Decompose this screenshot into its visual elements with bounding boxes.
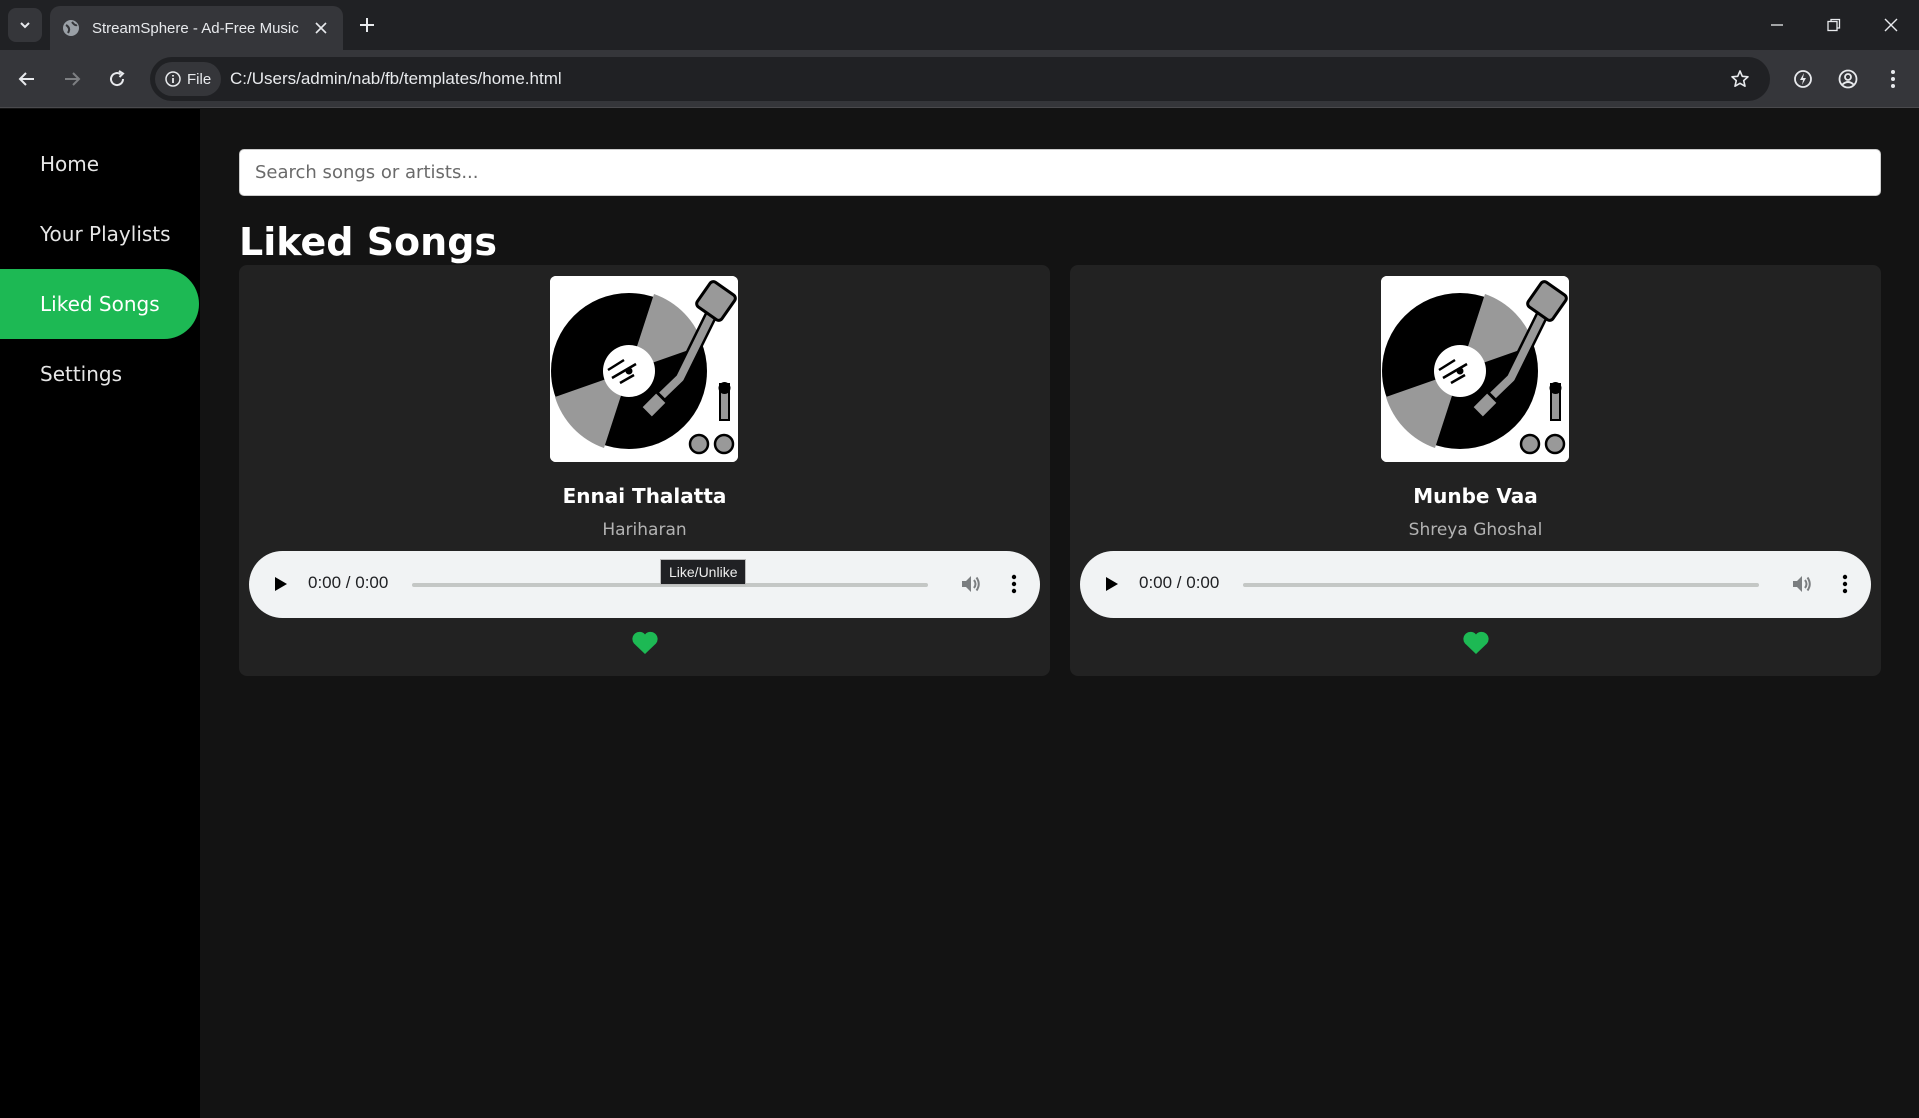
audio-player: 0:00 / 0:00 xyxy=(249,551,1040,618)
more-vertical-icon xyxy=(1842,574,1848,594)
info-icon xyxy=(165,71,181,87)
song-title: Munbe Vaa xyxy=(1413,484,1538,508)
turntable-icon xyxy=(550,276,738,462)
tab-title: StreamSphere - Ad-Free Music xyxy=(92,19,299,37)
arrow-right-icon xyxy=(65,72,81,86)
play-icon xyxy=(275,577,287,591)
playback-time: 0:00 / 0:00 xyxy=(1139,573,1220,592)
forward-button[interactable] xyxy=(55,62,89,96)
song-title: Ennai Thalatta xyxy=(562,484,727,508)
sidebar: Home Your Playlists Liked Songs Settings xyxy=(0,109,200,1118)
window-close-button[interactable] xyxy=(1876,10,1906,40)
performance-button[interactable] xyxy=(1786,62,1820,96)
volume-button[interactable] xyxy=(959,572,983,596)
speed-icon xyxy=(1794,70,1812,88)
site-info-chip[interactable]: File xyxy=(155,62,222,96)
player-options-button[interactable] xyxy=(1005,572,1023,596)
address-bar[interactable]: File C:/Users/admin/nab/fb/templates/hom… xyxy=(150,57,1770,101)
turntable-icon xyxy=(1381,276,1569,462)
player-options-button[interactable] xyxy=(1836,572,1854,596)
browser-menu-button[interactable] xyxy=(1876,62,1910,96)
like-tooltip: Like/Unlike xyxy=(660,559,747,585)
browser-toolbar: File C:/Users/admin/nab/fb/templates/hom… xyxy=(0,50,1919,108)
browser-tab-bar: StreamSphere - Ad-Free Music xyxy=(0,0,1919,50)
file-chip-label: File xyxy=(187,70,212,88)
bookmark-star-button[interactable] xyxy=(1728,67,1752,91)
restore-icon xyxy=(1827,18,1841,32)
playback-time: 0:00 / 0:00 xyxy=(308,573,389,592)
browser-tab[interactable]: StreamSphere - Ad-Free Music xyxy=(50,6,343,50)
song-artist: Shreya Ghoshal xyxy=(1408,520,1543,540)
audio-player: 0:00 / 0:00 xyxy=(1080,551,1871,618)
volume-icon xyxy=(1793,576,1811,592)
sidebar-item-liked-songs[interactable]: Liked Songs xyxy=(0,269,199,339)
song-artist: Hariharan xyxy=(602,520,687,540)
seek-bar[interactable] xyxy=(1243,583,1759,587)
arrow-left-icon xyxy=(18,72,34,86)
like-button[interactable] xyxy=(630,628,660,656)
reload-icon xyxy=(110,70,125,87)
web-page: Home Your Playlists Liked Songs Settings… xyxy=(0,109,1919,1118)
more-vertical-icon xyxy=(1891,70,1895,88)
play-icon xyxy=(1106,577,1118,591)
reload-button[interactable] xyxy=(100,62,134,96)
page-title: Liked Songs xyxy=(239,220,498,264)
profile-button[interactable] xyxy=(1831,62,1865,96)
back-button[interactable] xyxy=(10,62,44,96)
like-button[interactable] xyxy=(1461,628,1491,656)
album-cover xyxy=(550,276,738,462)
more-vertical-icon xyxy=(1011,574,1017,594)
heart-icon xyxy=(1463,631,1489,654)
play-button[interactable] xyxy=(269,572,293,596)
chevron-down-icon xyxy=(20,22,30,29)
album-cover xyxy=(1381,276,1569,462)
close-icon xyxy=(1884,18,1898,32)
plus-icon xyxy=(360,18,374,32)
sidebar-item-settings[interactable]: Settings xyxy=(0,339,199,409)
song-list: Ennai Thalatta Hariharan 0:00 / 0:00 Mun… xyxy=(239,265,1881,676)
volume-icon xyxy=(962,576,980,592)
search-input[interactable] xyxy=(239,149,1881,196)
url-text[interactable]: C:/Users/admin/nab/fb/templates/home.htm… xyxy=(230,69,562,89)
main-content: Liked Songs xyxy=(239,149,1881,676)
song-card: Ennai Thalatta Hariharan 0:00 / 0:00 xyxy=(239,265,1050,676)
sidebar-item-home[interactable]: Home xyxy=(0,129,199,199)
heart-icon xyxy=(632,631,658,654)
new-tab-button[interactable] xyxy=(352,10,382,40)
minimize-icon xyxy=(1771,24,1783,26)
song-card: Munbe Vaa Shreya Ghoshal 0:00 / 0:00 xyxy=(1070,265,1881,676)
close-icon[interactable] xyxy=(311,18,331,38)
restore-button[interactable] xyxy=(1819,10,1849,40)
volume-button[interactable] xyxy=(1790,572,1814,596)
globe-icon xyxy=(62,19,80,37)
account-icon xyxy=(1838,69,1858,89)
tab-search-button[interactable] xyxy=(8,8,42,42)
minimize-button[interactable] xyxy=(1762,10,1792,40)
sidebar-item-your-playlists[interactable]: Your Playlists xyxy=(0,199,199,269)
star-icon xyxy=(1731,70,1749,87)
play-button[interactable] xyxy=(1100,572,1124,596)
